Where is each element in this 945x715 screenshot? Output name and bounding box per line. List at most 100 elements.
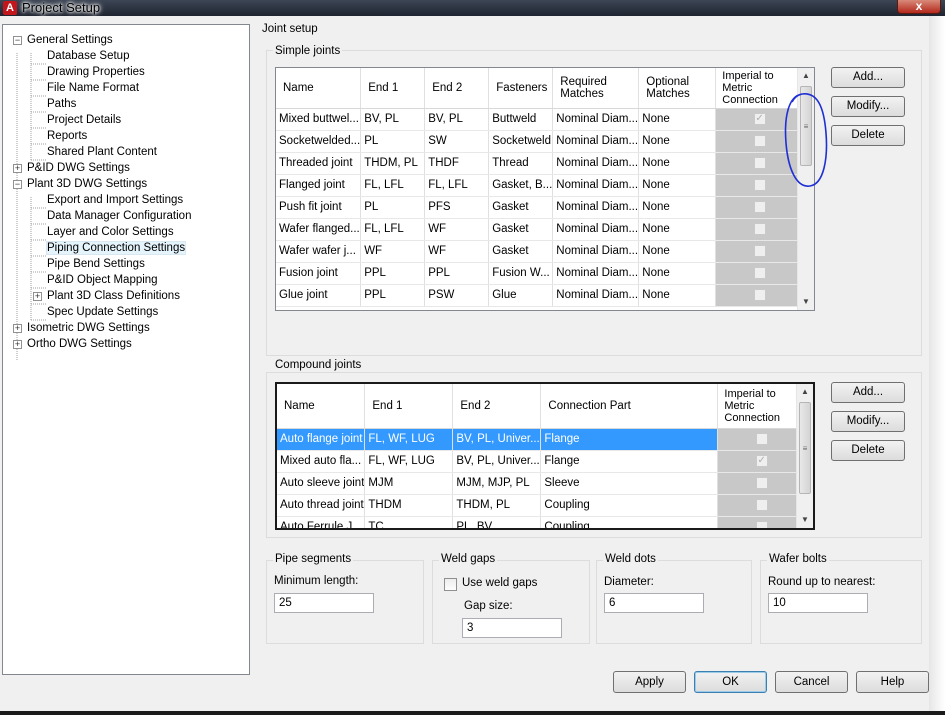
table-cell[interactable]: None [638, 218, 717, 241]
table-row[interactable]: Wafer wafer j... WF WF Gasket Nominal Diam..… [276, 240, 800, 263]
table-cell[interactable]: Wafer flanged... [276, 218, 362, 241]
table-cell[interactable]: Coupling [540, 494, 719, 517]
tree-item[interactable]: Reports [47, 128, 87, 144]
table-cell[interactable]: FL, LFL [424, 174, 490, 197]
table-cell[interactable]: Gasket, B... [488, 174, 554, 197]
table-row[interactable]: Wafer flanged... FL, LFL WF Gasket Nominal D… [276, 218, 800, 241]
column-header[interactable]: Imperial to Metric Connection [717, 384, 802, 429]
tree-item[interactable]: Piping Connection Settings [45, 240, 187, 256]
diameter-input[interactable]: 6 [604, 593, 704, 613]
table-row[interactable]: Threaded joint THDM, PL THDF Thread Nominal … [276, 152, 800, 175]
table-row[interactable]: Push fit joint PL PFS Gasket Nominal Diam...… [276, 196, 800, 219]
scroll-up-arrow-icon[interactable]: ▲ [797, 384, 813, 400]
checkbox-icon[interactable] [753, 223, 766, 235]
tree-item[interactable]: Data Manager Configuration [47, 208, 191, 224]
table-cell[interactable]: MJM, MJP, PL [452, 472, 542, 495]
imperial-metric-cell[interactable] [715, 174, 800, 197]
table-cell[interactable]: Flanged joint [276, 174, 362, 197]
collapse-minus-icon[interactable]: − [13, 36, 22, 45]
tree-item[interactable]: Pipe Bend Settings [47, 256, 145, 272]
table-cell[interactable]: WF [424, 240, 490, 263]
table-cell[interactable]: Coupling [540, 516, 719, 528]
compound-joints-table[interactable]: Name End 1 End 2 Connection Part Imperial to… [275, 382, 815, 530]
tree-item[interactable]: P&ID Object Mapping [47, 272, 158, 288]
table-cell[interactable]: Nominal Diam... [552, 284, 640, 307]
tree-item[interactable]: Layer and Color Settings [47, 224, 174, 240]
table-cell[interactable]: FL, WF, LUG [364, 450, 454, 473]
tree-item[interactable]: + Plant 3D Class Definitions [33, 288, 180, 304]
table-cell[interactable]: THDF [424, 152, 490, 175]
checkbox-icon[interactable] [753, 245, 766, 257]
table-cell[interactable]: Nominal Diam... [552, 130, 640, 153]
close-window-button[interactable]: x [897, 0, 941, 14]
table-cell[interactable]: PL [360, 196, 426, 219]
table-cell[interactable]: WF [360, 240, 426, 263]
imperial-metric-cell[interactable] [715, 218, 800, 241]
table-cell[interactable]: THDM, PL [360, 152, 426, 175]
table-cell[interactable]: Threaded joint [276, 152, 362, 175]
gap-size-input[interactable]: 3 [462, 618, 562, 638]
table-cell[interactable]: Auto thread joint [277, 494, 366, 517]
table-cell[interactable]: Flange [540, 450, 719, 473]
checkbox-icon[interactable] [753, 135, 766, 147]
table-cell[interactable]: Nominal Diam... [552, 152, 640, 175]
simple-joints-table[interactable]: Name End 1 End 2 Fasteners Required Matches O… [275, 67, 815, 311]
table-cell[interactable]: Glue [488, 284, 554, 307]
table-cell[interactable]: Socketwelded... [276, 130, 362, 153]
checkbox-icon[interactable] [753, 179, 766, 191]
table-row[interactable]: Flanged joint FL, LFL FL, LFL Gasket, B... N… [276, 174, 800, 197]
tree-item[interactable]: Database Setup [47, 48, 129, 64]
column-header[interactable]: Optional Matches [638, 68, 717, 109]
table-cell[interactable]: Nominal Diam... [552, 108, 640, 131]
imperial-metric-cell[interactable] [717, 494, 802, 517]
imperial-metric-cell[interactable] [717, 472, 802, 495]
tree-item[interactable]: + Isometric DWG Settings [13, 320, 150, 336]
table-cell[interactable]: Push fit joint [276, 196, 362, 219]
table-cell[interactable]: Auto flange joint [277, 428, 366, 451]
table-cell[interactable]: Nominal Diam... [552, 174, 640, 197]
table-cell[interactable]: Buttweld [488, 108, 554, 131]
simple-add-button[interactable]: Add... [831, 67, 905, 88]
expand-plus-icon[interactable]: + [13, 340, 22, 349]
imperial-metric-cell[interactable] [715, 196, 800, 219]
tree-item[interactable]: − Plant 3D DWG Settings [13, 176, 147, 192]
table-cell[interactable]: THDM [364, 494, 454, 517]
expand-plus-icon[interactable]: + [33, 292, 42, 301]
column-header[interactable]: End 2 [452, 384, 542, 429]
table-cell[interactable]: Mixed buttwel... [276, 108, 362, 131]
table-cell[interactable]: PL, BV... [452, 516, 542, 528]
column-header[interactable]: Fasteners [488, 68, 554, 109]
table-cell[interactable]: FL, LFL [360, 174, 426, 197]
table-cell[interactable]: None [638, 130, 717, 153]
table-cell[interactable]: None [638, 108, 717, 131]
table-cell[interactable]: THDM, PL [452, 494, 542, 517]
table-cell[interactable]: None [638, 174, 717, 197]
table-cell[interactable]: Auto sleeve joint [277, 472, 366, 495]
table-row[interactable]: Auto Ferrule J... TC PL, BV... Coupling [277, 516, 802, 528]
table-cell[interactable]: Auto Ferrule J... [277, 516, 366, 528]
ok-button[interactable]: OK [694, 671, 767, 693]
checkbox-icon[interactable] [753, 157, 766, 169]
scroll-down-arrow-icon[interactable]: ▼ [797, 512, 813, 528]
table-cell[interactable]: Flange [540, 428, 719, 451]
imperial-metric-cell[interactable] [715, 284, 800, 307]
table-cell[interactable]: Thread [488, 152, 554, 175]
table-cell[interactable]: FL, WF, LUG [364, 428, 454, 451]
imperial-metric-cell[interactable]: ✓ [717, 450, 802, 473]
table-cell[interactable]: Gasket [488, 218, 554, 241]
checkbox-icon[interactable] [753, 289, 766, 301]
collapse-minus-icon[interactable]: − [13, 180, 22, 189]
scroll-down-arrow-icon[interactable]: ▼ [798, 294, 814, 310]
table-row[interactable]: Mixed buttwel... BV, PL BV, PL Buttweld Nomi… [276, 108, 800, 131]
use-weld-gaps-checkbox[interactable] [444, 578, 457, 591]
imperial-metric-cell[interactable] [715, 262, 800, 285]
table-cell[interactable]: PPL [424, 262, 490, 285]
table-cell[interactable]: BV, PL, Univer... [452, 428, 542, 451]
scroll-thumb[interactable]: ≡ [800, 86, 812, 166]
minimum-length-input[interactable]: 25 [274, 593, 374, 613]
checkbox-icon[interactable] [755, 499, 768, 511]
column-header[interactable]: End 1 [364, 384, 454, 429]
compound-joints-scrollbar[interactable]: ▲ ≡ ▼ [796, 384, 813, 528]
column-header[interactable]: End 2 [424, 68, 490, 109]
table-cell[interactable]: WF [424, 218, 490, 241]
